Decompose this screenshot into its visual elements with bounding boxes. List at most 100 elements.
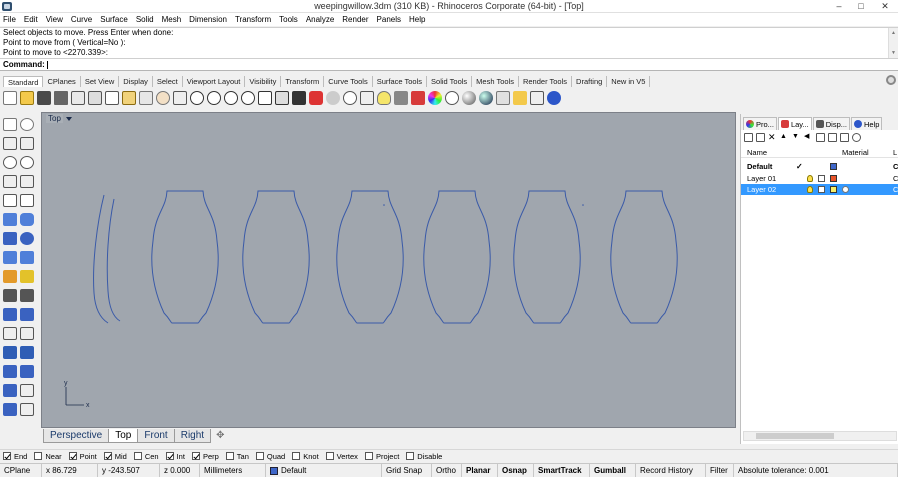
ellipse-icon[interactable] [20,156,34,169]
osnap-checkbox[interactable] [325,452,334,460]
rectangle-icon[interactable] [20,175,34,188]
osnap-checkbox[interactable] [364,452,373,460]
osnap-checkbox[interactable] [103,452,112,460]
array-icon[interactable] [3,403,17,416]
named-views-icon[interactable] [275,91,289,105]
light-bulb-icon[interactable] [377,91,391,105]
menu-analyze[interactable]: Analyze [306,15,334,24]
status-planar[interactable]: Planar [462,464,498,477]
toolbar-tab-standard[interactable]: Standard [3,76,44,87]
pan-hand-icon[interactable] [156,91,170,105]
new-layer-icon[interactable] [744,132,753,142]
text-curve-icon[interactable] [20,194,34,207]
viewport-menu-arrow-icon[interactable] [66,117,72,121]
toolbar-tab-mesh-tools[interactable]: Mesh Tools [472,76,519,87]
menu-tools[interactable]: Tools [279,15,298,24]
profile-curve[interactable] [151,190,219,324]
undo-icon[interactable] [139,91,153,105]
properties-icon[interactable] [71,91,85,105]
viewport-tab-top[interactable]: Top [108,429,139,443]
layer-color-swatch[interactable] [830,186,837,193]
cplane-icon[interactable] [360,91,374,105]
loft-icon[interactable] [20,213,34,226]
layer-row-01[interactable]: Layer 01 C [741,173,898,184]
help-icon[interactable] [547,91,561,105]
top-viewport[interactable]: y x Top [41,112,736,428]
osnap-tan[interactable]: Tan [225,452,249,461]
osnap-checkbox[interactable] [406,452,415,460]
layer-visibility-icon[interactable] [807,186,813,193]
current-layer-check-icon[interactable]: ✓ [796,161,803,172]
move-up-icon[interactable]: ▲ [780,133,789,142]
toolbar-gear-icon[interactable] [886,75,896,85]
command-input[interactable] [46,60,48,69]
profile-curve[interactable] [423,190,491,324]
osnap-checkbox[interactable] [255,452,264,460]
status-gumball[interactable]: Gumball [590,464,636,477]
osnap-point[interactable]: Point [68,452,97,461]
osnap-near[interactable]: Near [34,452,62,461]
menu-solid[interactable]: Solid [136,15,154,24]
layer-material-icon[interactable] [842,186,849,193]
profile-curve[interactable] [513,190,581,324]
osnap-checkbox[interactable] [225,452,234,460]
status-filter[interactable]: Filter [706,464,734,477]
sphere-wire-icon[interactable] [445,91,459,105]
layer-tools-icon[interactable] [840,132,849,142]
osnap-checkbox[interactable] [165,452,174,460]
toolbar-tab-new-in-v5[interactable]: New in V5 [607,76,651,87]
osnap-checkbox[interactable] [3,452,11,460]
menu-transform[interactable]: Transform [235,15,271,24]
analyze-icon[interactable] [20,384,34,397]
viewport-title[interactable]: Top [46,114,63,123]
dimension-icon[interactable] [20,346,34,359]
partial-curve[interactable] [106,198,121,322]
layer-row-02[interactable]: Layer 02 C [741,184,898,195]
boolean-icon[interactable] [20,251,34,264]
osnap-checkbox[interactable] [68,452,77,460]
layer-help-icon[interactable] [852,132,861,142]
snap-icon[interactable] [530,91,544,105]
osnap-checkbox[interactable] [133,452,142,460]
osnap-quad[interactable]: Quad [255,452,285,461]
maximize-button[interactable]: □ [850,0,872,13]
osnap-int[interactable]: Int [165,452,185,461]
polygon-icon[interactable] [3,194,17,207]
layer-visibility-icon[interactable] [807,175,813,182]
menu-mesh[interactable]: Mesh [162,15,182,24]
new-sublayer-icon[interactable] [756,132,765,142]
paste-icon[interactable] [122,91,136,105]
status-units[interactable]: Millimeters [200,464,266,477]
menu-render[interactable]: Render [342,15,368,24]
partial-curve[interactable] [93,194,109,324]
minimize-button[interactable]: – [828,0,850,13]
select-arrow-icon[interactable] [3,118,17,131]
toolbar-tab-solid-tools[interactable]: Solid Tools [427,76,473,87]
polyline-icon[interactable] [3,137,17,150]
rendered-sphere-icon[interactable] [479,91,493,105]
new-file-icon[interactable] [3,91,17,105]
osnap-checkbox[interactable] [191,452,200,460]
osnap-mid[interactable]: Mid [103,452,127,461]
osnap-vertex[interactable]: Vertex [325,452,358,461]
box-solid-icon[interactable] [3,232,17,245]
arc-icon[interactable] [3,175,17,188]
explode-icon[interactable] [20,270,34,283]
sphere-solid-icon[interactable] [20,232,34,245]
lock-icon[interactable] [394,91,408,105]
history-scrollbar[interactable]: ▲ ▼ [888,28,898,58]
osnap-project[interactable]: Project [364,452,399,461]
close-button[interactable]: ✕ [874,0,896,13]
point-object[interactable] [383,204,385,206]
viewport-tab-perspective[interactable]: Perspective [43,429,110,443]
panel-tab-display[interactable]: Disp... [812,117,850,130]
delete-layer-icon[interactable]: ✕ [768,132,777,142]
osnap-cen[interactable]: Cen [133,452,159,461]
status-smarttrack[interactable]: SmartTrack [534,464,590,477]
shaded-sphere-icon[interactable] [462,91,476,105]
menu-help[interactable]: Help [409,15,425,24]
layer-lock-icon[interactable] [818,186,825,193]
trim-icon[interactable] [20,327,34,340]
print-icon[interactable] [54,91,68,105]
osnap-checkbox[interactable] [292,452,301,460]
